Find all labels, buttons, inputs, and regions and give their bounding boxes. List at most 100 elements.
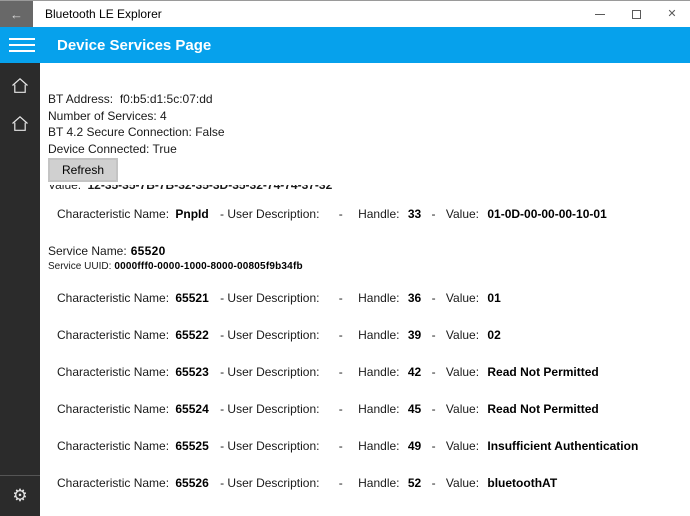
service-uuid-line: Service UUID: 0000fff0-0000-1000-8000-008…	[48, 260, 690, 273]
handle-value: 39	[407, 328, 422, 342]
separator-dash: -	[431, 439, 436, 453]
home-icon	[12, 115, 28, 131]
value-label: Value:	[445, 207, 479, 221]
maximize-button[interactable]	[618, 1, 654, 27]
service-name-line: Service Name: 65520	[48, 243, 690, 259]
handle-label: Handle:	[358, 328, 400, 342]
handle-value: 52	[407, 476, 422, 490]
characteristic-name-label: Characteristic Name:	[57, 439, 170, 453]
value-label: Value:	[445, 439, 480, 453]
separator-dash: -	[431, 402, 436, 416]
user-description-label: - User Description:	[220, 365, 320, 379]
secure-connection: BT 4.2 Secure Connection: False	[48, 125, 225, 139]
characteristic-name-value: 65523	[175, 365, 209, 379]
characteristic-name-label: Characteristic Name:	[57, 365, 170, 379]
minimize-icon	[595, 13, 605, 15]
separator-dash: -	[338, 207, 343, 221]
close-button[interactable]: ✕	[654, 1, 690, 27]
characteristic-name-value: 65522	[175, 328, 209, 342]
characteristic-list: Characteristic Name: 65521 - User Descri…	[48, 290, 690, 491]
service-uuid-label: Service UUID:	[48, 261, 112, 272]
clipped-value-label: Value:	[48, 185, 82, 192]
separator-dash: -	[338, 476, 343, 490]
separator-dash: -	[338, 365, 343, 379]
characteristic-row: Characteristic Name: 65526 - User Descri…	[57, 475, 690, 491]
value-label: Value:	[445, 402, 480, 416]
handle-label: Handle:	[358, 439, 400, 453]
handle-label: Handle:	[358, 291, 400, 305]
characteristic-name-value: 65521	[175, 291, 209, 305]
clipped-value-line: Value: 12-35-35-7B-7B-32-35-3D-35-32-74-…	[48, 185, 690, 195]
characteristic-value: 01-0D-00-00-00-10-01	[487, 207, 607, 221]
separator-dash: -	[338, 291, 343, 305]
separator-dash: -	[431, 328, 436, 342]
characteristic-name-value: 65526	[175, 476, 209, 490]
value-label: Value:	[445, 328, 480, 342]
service-uuid-value: 0000fff0-0000-1000-8000-00805f9b34fb	[114, 261, 303, 272]
characteristic-value: Insufficient Authentication	[487, 439, 639, 453]
characteristic-value: 01	[487, 291, 501, 305]
device-connected: Device Connected: True	[48, 141, 177, 156]
characteristic-name-value: 65525	[175, 439, 209, 453]
separator-dash: -	[431, 476, 436, 490]
characteristic-row: Characteristic Name: 65523 - User Descri…	[57, 364, 690, 380]
characteristic-value: Read Not Permitted	[487, 365, 599, 379]
characteristic-row: Characteristic Name: 65524 - User Descri…	[57, 401, 690, 417]
refresh-button[interactable]: Refresh	[48, 158, 119, 182]
hamburger-menu-button[interactable]	[0, 27, 48, 63]
handle-value: 33	[407, 207, 422, 221]
characteristic-name-label: Characteristic Name:	[57, 207, 170, 221]
characteristic-name-label: Characteristic Name:	[57, 476, 170, 490]
close-icon: ✕	[667, 7, 677, 20]
value-label: Value:	[445, 291, 480, 305]
characteristic-name-value: PnpId	[175, 207, 209, 221]
clipped-value-hex: 12-35-35-7B-7B-32-35-3D-35-32-74-74-37-3…	[87, 185, 333, 192]
value-label: Value:	[445, 365, 480, 379]
user-description-label: - User Description:	[220, 207, 320, 221]
sidebar-home-button-1[interactable]	[0, 66, 40, 104]
back-arrow-icon: ←	[10, 6, 23, 22]
sidebar-home-button-2[interactable]	[0, 104, 40, 142]
settings-button[interactable]: ⚙	[0, 476, 40, 516]
gear-icon: ⚙	[12, 486, 28, 505]
bt-address: BT Address: f0:b5:d1:5c:07:dd	[48, 92, 213, 106]
handle-value: 36	[407, 291, 422, 305]
handle-value: 42	[407, 365, 422, 379]
characteristic-row: Characteristic Name: 65525 - User Descri…	[57, 438, 690, 454]
minimize-button[interactable]	[582, 1, 618, 27]
handle-value: 49	[407, 439, 422, 453]
characteristic-value: Read Not Permitted	[487, 402, 599, 416]
service-name-value: 65520	[130, 244, 166, 258]
user-description-label: - User Description:	[220, 328, 320, 342]
device-services-content: BT Address: f0:b5:d1:5c:07:dd Number of …	[40, 63, 690, 516]
characteristic-list-previous: Characteristic Name: PnpId - User Descri…	[48, 206, 690, 222]
handle-label: Handle:	[358, 476, 400, 490]
handle-label: Handle:	[358, 365, 400, 379]
characteristic-name-value: 65524	[175, 402, 209, 416]
characteristic-name-label: Characteristic Name:	[57, 291, 170, 305]
user-description-label: - User Description:	[220, 476, 320, 490]
characteristic-value: 02	[487, 328, 501, 342]
value-label: Value:	[445, 476, 480, 490]
user-description-label: - User Description:	[220, 291, 320, 305]
app-window: ← Bluetooth LE Explorer ✕ Device Service…	[0, 0, 690, 516]
hamburger-icon	[9, 38, 35, 40]
characteristic-row: Characteristic Name: 65521 - User Descri…	[57, 290, 690, 306]
number-of-services: Number of Services: 4	[48, 108, 167, 123]
separator-dash: -	[431, 365, 436, 379]
characteristic-name-label: Characteristic Name:	[57, 328, 170, 342]
handle-label: Handle:	[358, 207, 400, 221]
characteristic-name-label: Characteristic Name:	[57, 402, 170, 416]
handle-value: 45	[407, 402, 422, 416]
home-icon	[12, 77, 28, 93]
characteristic-row: Characteristic Name: 65522 - User Descri…	[57, 327, 690, 343]
back-button[interactable]: ←	[0, 1, 33, 27]
service-name-label: Service Name:	[48, 244, 127, 258]
window-title: Bluetooth LE Explorer	[45, 7, 162, 21]
characteristic-row: Characteristic Name: PnpId - User Descri…	[57, 206, 690, 222]
separator-dash: -	[338, 328, 343, 342]
window-controls: ✕	[582, 1, 690, 27]
sidebar: ⚙	[0, 63, 40, 516]
separator-dash: -	[338, 402, 343, 416]
app-header: Device Services Page	[0, 27, 690, 63]
